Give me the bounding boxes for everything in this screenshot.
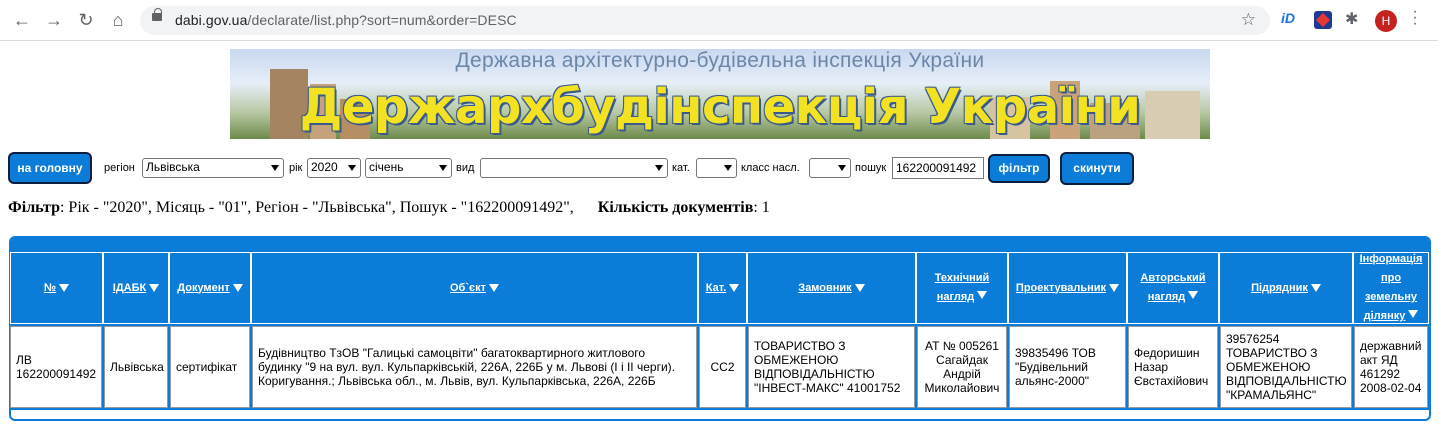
type-select[interactable] (480, 158, 668, 178)
sort-arrow-icon (149, 284, 160, 292)
header-contractor[interactable]: Підрядник (1219, 252, 1353, 324)
browser-menu-icon[interactable]: · · · (1411, 4, 1419, 32)
type-label: вид (456, 162, 475, 174)
back-arrow-icon[interactable]: ← (12, 10, 32, 30)
home-page-button[interactable]: на головну (8, 152, 92, 184)
site-banner: Державна архітектурно-будівельна інспекц… (230, 49, 1210, 139)
cell-category: СС2 (699, 326, 746, 408)
forward-arrow-icon[interactable]: → (44, 10, 64, 30)
header-object[interactable]: Об`єкт (251, 252, 698, 324)
year-label: рік (289, 162, 303, 174)
header-designer[interactable]: Проектувальник (1008, 252, 1127, 324)
profile-avatar[interactable]: H (1375, 10, 1397, 32)
cell-author-supervision: Федоришин Назар Євстахійович (1128, 326, 1218, 408)
header-customer[interactable]: Замовник (747, 252, 916, 324)
search-input[interactable]: 162200091492 (892, 157, 984, 179)
browser-toolbar: ← → ↻ ⌂ dabi.gov.ua/declarate/list.php?s… (0, 0, 1438, 41)
filter-summary: Фільтр: Рік - "2020", Місяць - "01", Рег… (8, 199, 770, 216)
cell-tech-supervision: АТ № 005261 Сагайдак Андрій Миколайович (917, 326, 1007, 408)
cell-designer: 39835496 ТОВ "Будівельний альянс-2000" (1009, 326, 1126, 408)
class-select[interactable] (809, 158, 851, 178)
extension-id-icon[interactable]: iD (1281, 10, 1299, 28)
sort-arrow-icon (729, 284, 740, 292)
year-select[interactable]: 2020 (307, 158, 361, 178)
sort-arrow-icon (1109, 284, 1120, 292)
category-label: кат. (672, 162, 690, 174)
month-select[interactable]: січень (365, 158, 452, 178)
sort-arrow-icon (232, 284, 243, 292)
cell-contractor: 39576254 ТОВАРИСТВО З ОБМЕЖЕНОЮ ВІДПОВІД… (1220, 326, 1352, 408)
header-author-supervision[interactable]: Авторський нагляд (1127, 252, 1219, 324)
cell-idabk: Львівська (104, 326, 168, 408)
cell-document: сертифікат (170, 326, 250, 408)
banner-title: Держархбудінспекція України (299, 79, 1141, 135)
header-document[interactable]: Документ (169, 252, 251, 324)
header-num[interactable]: № (10, 252, 103, 324)
cell-object: Будівництво ТзОВ "Галицькі самоцвіти" ба… (252, 326, 697, 408)
header-category[interactable]: Кат. (698, 252, 747, 324)
region-label: регіон (104, 162, 135, 174)
extension-flag-icon[interactable] (1314, 11, 1332, 29)
header-land-info[interactable]: Інформація про земельну ділянку (1353, 252, 1429, 324)
header-tech-supervision[interactable]: Технічний нагляд (916, 252, 1008, 324)
cell-num: ЛВ 162200091492 (10, 326, 102, 408)
url-text: dabi.gov.ua/declarate/list.php?sort=num&… (175, 12, 517, 28)
sort-arrow-icon (1408, 310, 1419, 318)
banner-subtitle: Державна архітектурно-будівельна інспекц… (455, 49, 985, 72)
cell-land-info: державний акт ЯД 461292 2008-02-04 (1354, 326, 1428, 408)
class-label: класс насл. (741, 162, 800, 174)
filter-button[interactable]: фільтр (988, 154, 1050, 183)
sort-arrow-icon (1310, 284, 1321, 292)
cell-customer: ТОВАРИСТВО З ОБМЕЖЕНОЮ ВІДПОВІДАЛЬНІСТЮ … (748, 326, 915, 408)
reload-icon[interactable]: ↻ (76, 10, 96, 30)
lock-icon (152, 8, 162, 21)
reset-button[interactable]: скинути (1060, 152, 1134, 185)
table-footer (11, 410, 1429, 419)
bookmark-star-icon[interactable]: ☆ (1241, 10, 1256, 30)
sort-arrow-icon (854, 284, 865, 292)
home-icon[interactable]: ⌂ (108, 10, 128, 30)
sort-arrow-icon (977, 291, 988, 299)
category-select[interactable] (696, 158, 737, 178)
extensions-puzzle-icon[interactable]: ✱ (1345, 9, 1363, 28)
search-label: пошук (855, 162, 887, 174)
header-idabk[interactable]: IДАБК (103, 252, 169, 324)
sort-arrow-icon (1188, 291, 1199, 299)
sort-arrow-icon (59, 284, 70, 292)
sort-arrow-icon (488, 284, 499, 292)
region-select[interactable]: Львівська (142, 158, 284, 178)
address-bar[interactable]: dabi.gov.ua/declarate/list.php?sort=num&… (140, 6, 1270, 35)
